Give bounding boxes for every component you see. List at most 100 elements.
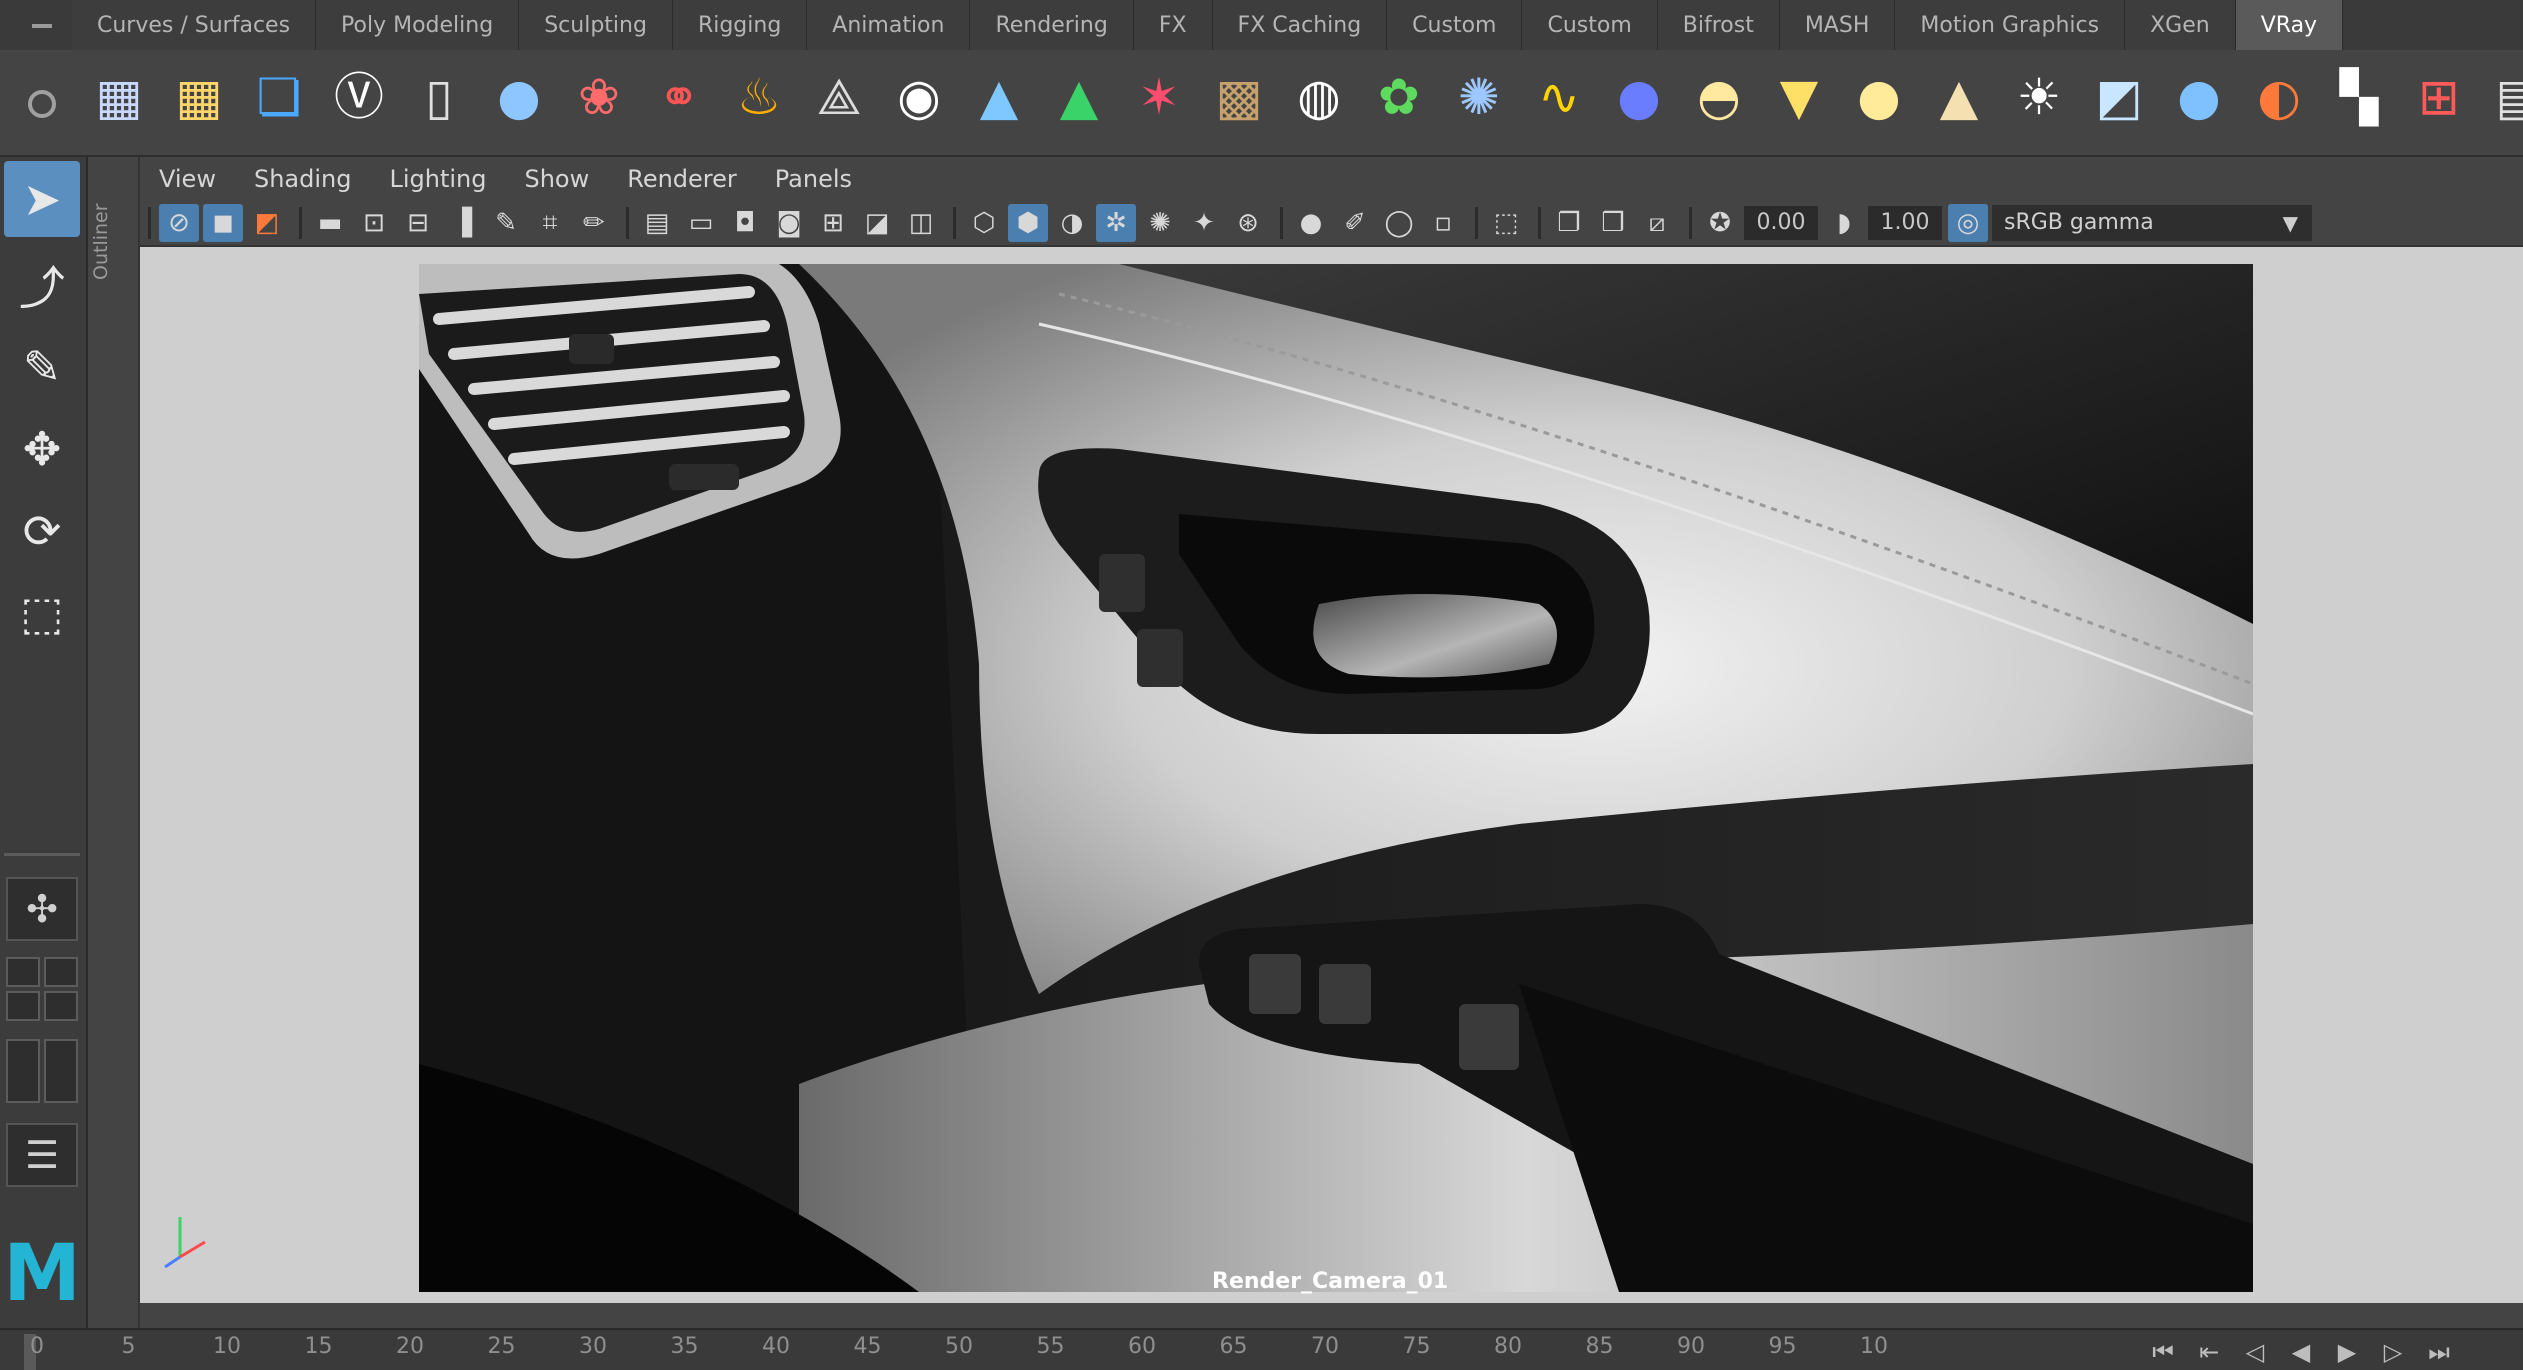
vray-ball-blue-icon[interactable]: ● xyxy=(1604,58,1674,136)
color-management-icon[interactable]: ◎ xyxy=(1948,204,1988,242)
shelf-menu-icon[interactable] xyxy=(20,12,64,40)
vray-render-window-icon[interactable]: ▤ xyxy=(2484,58,2523,136)
vray-texture-wood-icon[interactable]: ▩ xyxy=(1204,58,1274,136)
exposure-icon[interactable]: ✪ xyxy=(1700,204,1740,242)
use-all-lights-icon[interactable]: ✺ xyxy=(1140,204,1180,242)
two-view-layout-icon[interactable] xyxy=(6,1039,78,1103)
two-d-pan-icon[interactable]: ⊞ xyxy=(813,204,853,242)
depth-of-field-icon[interactable]: ◯ xyxy=(1379,204,1419,242)
menu-view[interactable]: View xyxy=(140,157,235,201)
menu-lighting[interactable]: Lighting xyxy=(370,157,505,201)
menu-panels[interactable]: Panels xyxy=(756,157,871,201)
lasso-tool-icon[interactable]: ⤴ xyxy=(4,247,80,323)
vray-drop-icon[interactable]: ▲ xyxy=(964,58,1034,136)
step-back-frame-icon[interactable]: ◁ xyxy=(2232,1338,2278,1370)
paint-select-tool-icon[interactable]: ✎ xyxy=(4,329,80,405)
wireframe-icon[interactable]: ⬡ xyxy=(964,204,1004,242)
anti-aliasing-icon[interactable]: ✐ xyxy=(1335,204,1375,242)
vray-render-view-icon[interactable]: ⊞ xyxy=(2404,58,2474,136)
vray-hair-curve-icon[interactable]: ∿ xyxy=(1524,58,1594,136)
vray-snow-flake-icon[interactable]: ✺ xyxy=(1444,58,1514,136)
shelf-tab-fx-caching[interactable]: FX Caching xyxy=(1212,0,1388,50)
move-tool-icon[interactable]: ✥ xyxy=(4,411,80,487)
shelf-tab-animation[interactable]: Animation xyxy=(807,0,971,50)
shelf-tab-bifrost[interactable]: Bifrost xyxy=(1657,0,1780,50)
shelf-tab-sculpting[interactable]: Sculpting xyxy=(519,0,673,50)
vray-aerial-icon[interactable]: ▲ xyxy=(1044,58,1114,136)
bookmarks-icon[interactable]: ◩ xyxy=(247,204,287,242)
shelf-tab-vray[interactable]: VRay xyxy=(2235,0,2344,50)
xray-joints-icon[interactable]: ❐ xyxy=(1549,204,1589,242)
vray-ies-light-icon[interactable]: ▲ xyxy=(1924,58,1994,136)
grid-toggle-icon[interactable]: ⊡ xyxy=(354,204,394,242)
vray-proxy-icon[interactable]: ❀ xyxy=(564,58,634,136)
textured-icon[interactable]: ✲ xyxy=(1096,204,1136,242)
menu-show[interactable]: Show xyxy=(505,157,608,201)
vray-dome-sphere-icon[interactable]: ◍ xyxy=(1284,58,1354,136)
vray-fire-icon[interactable]: ♨ xyxy=(724,58,794,136)
select-tool-icon[interactable]: ➤ xyxy=(4,161,80,237)
menu-renderer[interactable]: Renderer xyxy=(608,157,756,201)
pencil-tool-icon[interactable]: ✏ xyxy=(574,204,614,242)
vray-grass-icon[interactable]: ✿ xyxy=(1364,58,1434,136)
viewport[interactable]: Render_Camera_01 xyxy=(140,247,2523,1303)
select-camera-icon[interactable]: ⊘ xyxy=(159,204,199,242)
view-transform-dropdown[interactable]: sRGB gamma ▼ xyxy=(1992,205,2312,241)
outliner-tab[interactable]: Outliner xyxy=(88,157,140,1328)
play-backwards-icon[interactable]: ◀ xyxy=(2278,1338,2324,1370)
vray-material-multi-icon[interactable]: ◐ xyxy=(2244,58,2314,136)
shelf-tab-mash[interactable]: MASH xyxy=(1779,0,1896,50)
shelf-tab-poly-modeling[interactable]: Poly Modeling xyxy=(316,0,520,50)
shelf-tab-xgen[interactable]: XGen xyxy=(2125,0,2236,50)
shadows-icon[interactable]: ✦ xyxy=(1184,204,1224,242)
safe-title-icon[interactable]: ◙ xyxy=(769,204,809,242)
vray-sun-icon[interactable]: ☀ xyxy=(2004,58,2074,136)
xray-active-icon[interactable]: ❒ xyxy=(1593,204,1633,242)
step-back-key-icon[interactable]: ⇤ xyxy=(2186,1338,2232,1370)
vray-settings-grid-2-icon[interactable]: ▦ xyxy=(164,58,234,136)
motion-blur-icon[interactable]: ● xyxy=(1291,204,1331,242)
single-perspective-layout-icon[interactable]: ✣ xyxy=(6,877,78,941)
shelf-tab-curves-surfaces[interactable]: Curves / Surfaces xyxy=(72,0,317,50)
time-slider[interactable]: 0 5 10 15 20 25 30 35 40 45 50 55 60 65 70 75 80 85 90 95 10… xyxy=(0,1328,2523,1370)
field-chart-icon[interactable]: ◘ xyxy=(725,204,765,242)
vray-fur-icon[interactable]: ✶ xyxy=(1124,58,1194,136)
shelf-tab-rendering[interactable]: Rendering xyxy=(970,0,1134,50)
vray-settings-grid-icon[interactable]: ▦ xyxy=(84,58,154,136)
grease-pencil-icon[interactable]: ✎ xyxy=(486,204,526,242)
gate-mask-icon[interactable]: ⌗ xyxy=(530,204,570,242)
vray-mesh-icon[interactable]: ⟁ xyxy=(804,58,874,136)
shelf-tab-motion-graphics[interactable]: Motion Graphics xyxy=(1895,0,2126,50)
shelf-tab-custom[interactable]: Custom xyxy=(1522,0,1658,50)
exposure-field[interactable]: 0.00 xyxy=(1744,206,1818,240)
outliner-layout-icon[interactable]: ☰ xyxy=(6,1123,78,1187)
safe-action-icon[interactable]: ▭ xyxy=(681,204,721,242)
shelf-options-icon[interactable] xyxy=(28,90,56,118)
isolate-select-icon[interactable]: ▫ xyxy=(1423,204,1463,242)
go-to-start-icon[interactable]: ⏮ xyxy=(2140,1338,2186,1370)
grease-pencil-frame-icon[interactable]: ◫ xyxy=(901,204,941,242)
vray-frame-buffer-icon[interactable]: ❏ xyxy=(244,58,314,136)
xray-icon[interactable]: ⬚ xyxy=(1486,204,1526,242)
shelf-tab-fx[interactable]: FX xyxy=(1133,0,1213,50)
vray-checker-icon[interactable]: ▚ xyxy=(2324,58,2394,136)
vray-molecule-icon[interactable]: ⚭ xyxy=(644,58,714,136)
backface-culling-icon[interactable]: ⧄ xyxy=(1637,204,1677,242)
vray-sphere-button-icon[interactable]: ◉ xyxy=(884,58,954,136)
gamma-icon[interactable]: ◗ xyxy=(1824,204,1864,242)
wireframe-on-shaded-icon[interactable]: ◑ xyxy=(1052,204,1092,242)
screen-space-ao-icon[interactable]: ⊛ xyxy=(1228,204,1268,242)
rotate-tool-icon[interactable]: ⟳ xyxy=(4,493,80,569)
shelf-tab-rigging[interactable]: Rigging xyxy=(672,0,808,50)
camera-attributes-icon[interactable]: ◼ xyxy=(203,204,243,242)
go-to-end-icon[interactable]: ⏭ xyxy=(2416,1338,2462,1370)
smooth-shade-icon[interactable]: ⬢ xyxy=(1008,204,1048,242)
vray-plane-light-icon[interactable]: ◩ xyxy=(2084,58,2154,136)
play-forwards-icon[interactable]: ▶ xyxy=(2324,1338,2370,1370)
gamma-field[interactable]: 1.00 xyxy=(1868,206,1942,240)
film-gate-icon[interactable]: ⊟ xyxy=(398,204,438,242)
step-forward-frame-icon[interactable]: ▷ xyxy=(2370,1338,2416,1370)
bookmark-flag-icon[interactable]: ▐ xyxy=(442,204,482,242)
image-plane-icon[interactable]: ▬ xyxy=(310,204,350,242)
vray-dome-light-icon[interactable]: ◓ xyxy=(1684,58,1754,136)
